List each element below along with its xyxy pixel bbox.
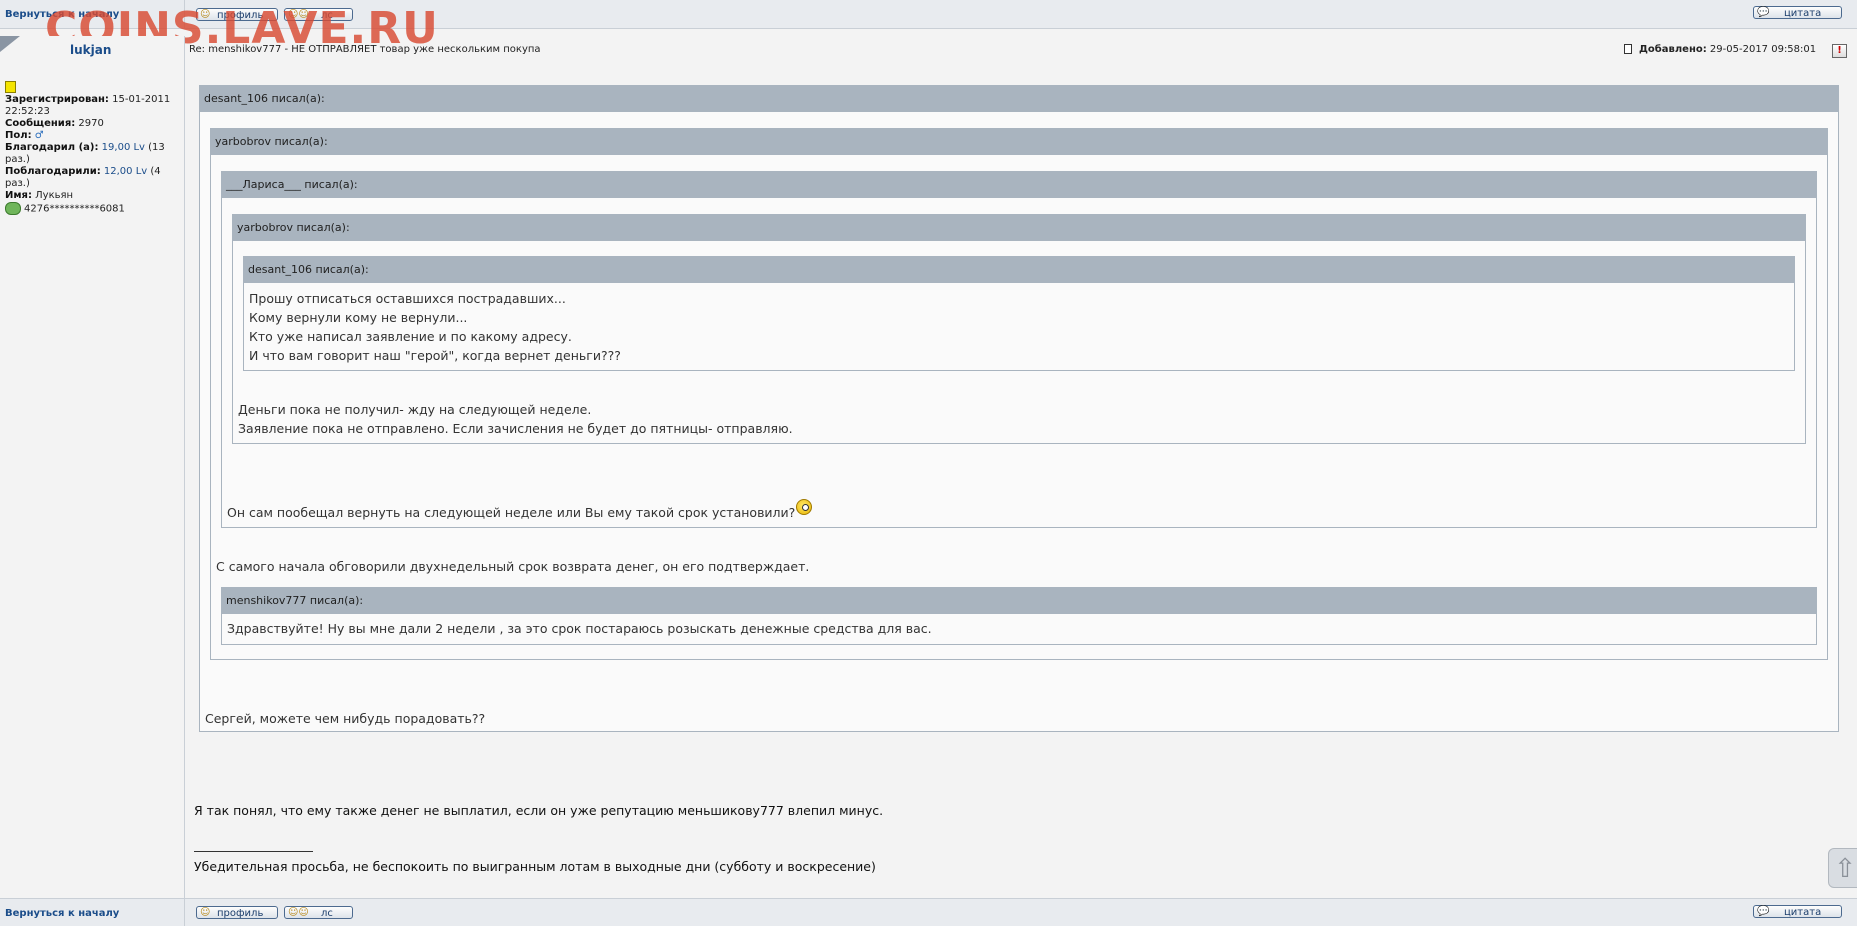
quote-5-text: Прошу отписаться оставшихся пострадавших… [249,291,621,363]
quote-header-3: ___Лариса___ писал(а): [222,172,1816,198]
smiley-icon [796,499,812,515]
post-date: Добавлено: 29-05-2017 09:58:01 [1639,44,1817,55]
male-icon: ♂ [34,130,44,141]
document-icon [1624,44,1632,54]
report-button[interactable]: ! [1832,44,1847,58]
quote-button-top[interactable]: 💬 цитата [1753,6,1842,19]
messages-info: Сообщения: 2970 [5,118,104,129]
profile-icon: ☺ [200,907,211,918]
quote-2-text: С самого начала обговорили двухнедельный… [216,559,810,574]
signature-divider [194,851,313,852]
arrow-up-icon: ⇧ [1834,854,1856,884]
bottom-left-cell: Вернуться к началу [0,899,185,926]
quote-3-text: Он сам пообещал вернуть на следующей нед… [227,505,796,520]
quote-4-text: Деньги пока не получил- жду на следующей… [238,402,793,436]
thanked-link[interactable]: 19,00 Lv [102,142,145,153]
rank-badge-icon [5,81,16,93]
quote-header-1: desant_106 писал(а): [200,86,1838,112]
quote-button-bottom[interactable]: 💬 цитата [1753,905,1842,918]
profile-button-bottom[interactable]: ☺ профиль [196,906,278,919]
back-to-top-link-bottom[interactable]: Вернуться к началу [5,908,119,919]
card-icon [5,202,21,215]
pm-button-bottom[interactable]: ☺☺ лс [284,906,353,919]
thanked-by-link[interactable]: 12,00 Lv [104,166,147,177]
thanked-info: Благодарил (а): 19,00 Lv (13 раз.) [5,142,165,165]
users-icon: ☺☺ [288,907,309,918]
bottom-action-row: Вернуться к началу ☺ профиль ☺☺ лс 💬 цит… [0,898,1857,926]
quote-6-text: Здравствуйте! Ну вы мне дали 2 недели , … [227,621,932,636]
registered-info: Зарегистрирован: 15-01-2011 22:52:23 [5,94,171,117]
thanked-by-info: Поблагодарили: 12,00 Lv (4 раз.) [5,166,161,189]
username[interactable]: lukjan [70,43,111,57]
card-info: 4276**********6081 [5,202,180,216]
gender-info: Пол: ♂ [5,130,44,141]
quote-header-5: desant_106 писал(а): [244,257,1794,283]
post-body-text: Я так понял, что ему также денег не выпл… [194,803,884,818]
scroll-up-button[interactable]: ⇧ [1828,848,1857,888]
quote-1-text: Сергей, можете чем нибудь порадовать?? [205,711,486,726]
quote-header-4: yarbobrov писал(а): [233,215,1805,241]
name-info: Имя: Лукьян [5,190,74,201]
post-subject: Re: menshikov777 - НЕ ОТПРАВЛЯЕТ товар у… [189,44,541,55]
corner-decoration [0,36,20,52]
quote-header-2: yarbobrov писал(а): [211,129,1827,155]
quote-header-6: menshikov777 писал(а): [222,588,1816,614]
signature-text: Убедительная просьба, не беспокоить по в… [194,859,876,874]
speech-bubble-icon: 💬 [1757,7,1770,18]
speech-bubble-icon: 💬 [1757,906,1770,917]
